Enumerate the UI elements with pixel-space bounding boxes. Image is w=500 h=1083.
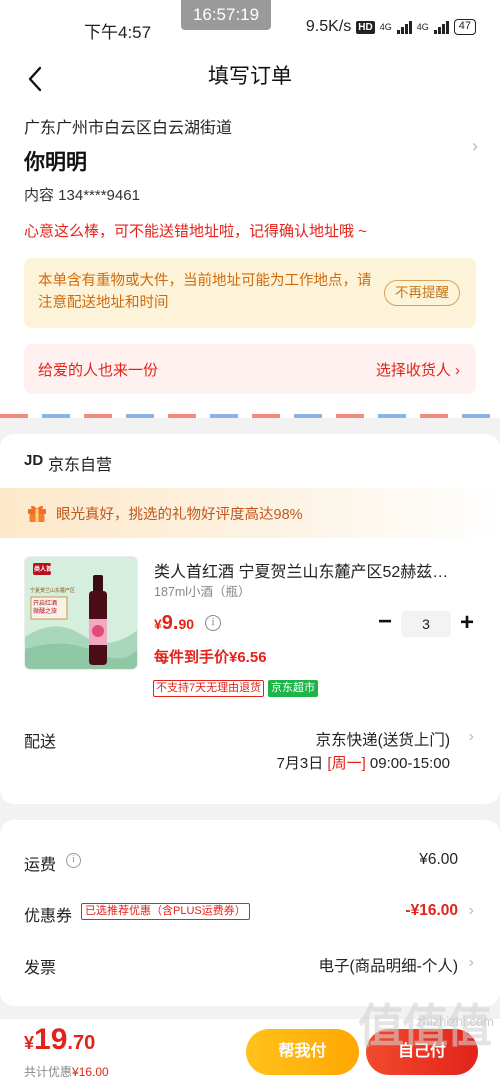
signal-icon	[396, 20, 412, 34]
product-spec: 187ml小酒（瓶）	[154, 585, 251, 599]
page-title: 填写订单	[208, 65, 292, 88]
shop-name: 京东自营	[48, 457, 113, 474]
envelope-border	[0, 414, 500, 418]
unit-price: 每件到手价¥6.56	[154, 649, 267, 666]
hd-icon: HD	[356, 20, 375, 34]
chevron-right-icon[interactable]: ›	[469, 902, 474, 920]
freight-value: ¥6.00	[419, 851, 458, 868]
dismiss-warning-button[interactable]: 不再提醒	[384, 280, 460, 306]
quantity-decrease-button[interactable]: −	[374, 610, 396, 637]
status-time: 下午4:57	[84, 23, 152, 42]
gift-icon	[28, 505, 46, 522]
image-box-label: 开启红酒 微醺之旅	[33, 601, 58, 615]
heavy-item-warning: 本单含有重物或大件，当前地址可能为工作地点，请注意配送地址和时间 不再提醒	[24, 258, 476, 328]
recipient-name[interactable]: 你明明	[24, 146, 87, 176]
total-discount: 共计优惠¥16.00	[24, 1063, 109, 1080]
coupon-tag: 已选推荐优惠（含PLUS运费券）	[81, 903, 250, 920]
price-int: 9.	[161, 612, 179, 634]
nav-bar: 填写订单	[0, 56, 500, 106]
image-region-label: 宁夏贺兰山东麓产区	[30, 588, 76, 594]
info-icon[interactable]: i	[66, 853, 81, 868]
watermark-text: zhizhizhi.com	[415, 1014, 494, 1029]
jd-market-tag: 京东超市	[268, 680, 318, 697]
jd-logo-icon: JD	[24, 452, 44, 469]
delivery-label: 配送	[24, 734, 57, 751]
gift-another-row[interactable]: 给爱的人也来一份 选择收货人 ›	[24, 344, 476, 394]
total-int: 19	[34, 1023, 68, 1056]
battery-icon: 47	[453, 19, 476, 35]
product-title[interactable]: 类人首红酒 宁夏贺兰山东麓产区52赫兹…	[154, 558, 474, 582]
delivery-method[interactable]: 京东快递(送货上门)	[316, 728, 450, 750]
status-bar: 下午4:57 16:57:19 9.5K/s HD 4G 4G 47	[0, 0, 500, 56]
status-clock: 16:57:19	[181, 0, 271, 30]
fee-card: 运费 i ¥6.00 优惠券 已选推荐优惠（含PLUS运费券） -¥16.00 …	[0, 820, 500, 1006]
order-card: JD 京东自营 眼光真好，挑选的礼物好评度高达98% 类人首 宁夏贺兰山东麓产区…	[0, 434, 500, 804]
total-dec: .70	[67, 1032, 96, 1054]
quantity-input[interactable]: 3	[401, 611, 451, 637]
network-4g-label-2: 4G	[416, 22, 429, 32]
delivery-date: 7月3日	[276, 755, 328, 772]
invoice-value[interactable]: 电子(商品明细-个人)	[319, 954, 459, 976]
chevron-right-icon[interactable]: ›	[469, 728, 474, 746]
freight-label: 运费	[24, 857, 57, 874]
product-price: ¥9.90	[154, 612, 194, 635]
no-return-tag: 不支持7天无理由退货	[153, 680, 265, 697]
chevron-right-icon[interactable]: ›	[469, 954, 474, 972]
quantity-increase-button[interactable]: +	[456, 611, 478, 637]
praise-banner: 眼光真好，挑选的礼物好评度高达98%	[0, 488, 500, 538]
warning-text: 本单含有重物或大件，当前地址可能为工作地点，请注意配送地址和时间	[38, 273, 372, 311]
gift-another-label: 给爱的人也来一份	[38, 362, 159, 379]
coupon-label: 优惠券	[24, 908, 73, 925]
delivery-weekday: [周一]	[327, 755, 366, 772]
discount-value: ¥16.00	[72, 1065, 109, 1079]
info-icon[interactable]: i	[205, 615, 221, 631]
help-me-pay-button[interactable]: 帮我付	[246, 1029, 359, 1075]
network-speed: 9.5K/s	[305, 18, 352, 35]
image-brand-label: 类人首	[34, 567, 53, 573]
network-4g-label: 4G	[379, 22, 392, 32]
chevron-right-icon[interactable]: ›	[472, 136, 478, 157]
select-recipient-link[interactable]: 选择收货人 ›	[376, 359, 460, 380]
discount-label: 共计优惠	[24, 1065, 73, 1079]
product-image[interactable]: 类人首 宁夏贺兰山东麓产区 开启红酒 微醺之旅	[24, 556, 138, 670]
price-currency: ¥	[154, 616, 162, 632]
invoice-label: 发票	[24, 960, 57, 977]
signal-icon-2	[433, 20, 449, 34]
address-card: 广东广州市白云区白云湖街道 你明明 内容 134****9461 › 心意这么棒…	[0, 106, 500, 418]
delivery-slot: 09:00-15:00	[365, 755, 450, 772]
total-currency: ¥	[24, 1033, 35, 1053]
address-region[interactable]: 广东广州市白云区白云湖街道	[24, 114, 232, 138]
status-indicators: 9.5K/s HD 4G 4G 47	[306, 18, 476, 36]
recipient-phone[interactable]: 内容 134****9461	[24, 184, 140, 205]
delivery-time[interactable]: 7月3日 [周一] 09:00-15:00	[277, 752, 450, 773]
address-tip: 心意这么棒，可不能送错地址啦，记得确认地址哦 ~	[24, 223, 367, 240]
total-price: ¥19.70	[24, 1023, 95, 1057]
praise-text: 眼光真好，挑选的礼物好评度高达98%	[56, 507, 303, 523]
coupon-value[interactable]: -¥16.00	[405, 902, 458, 920]
price-dec: 90	[178, 616, 195, 632]
